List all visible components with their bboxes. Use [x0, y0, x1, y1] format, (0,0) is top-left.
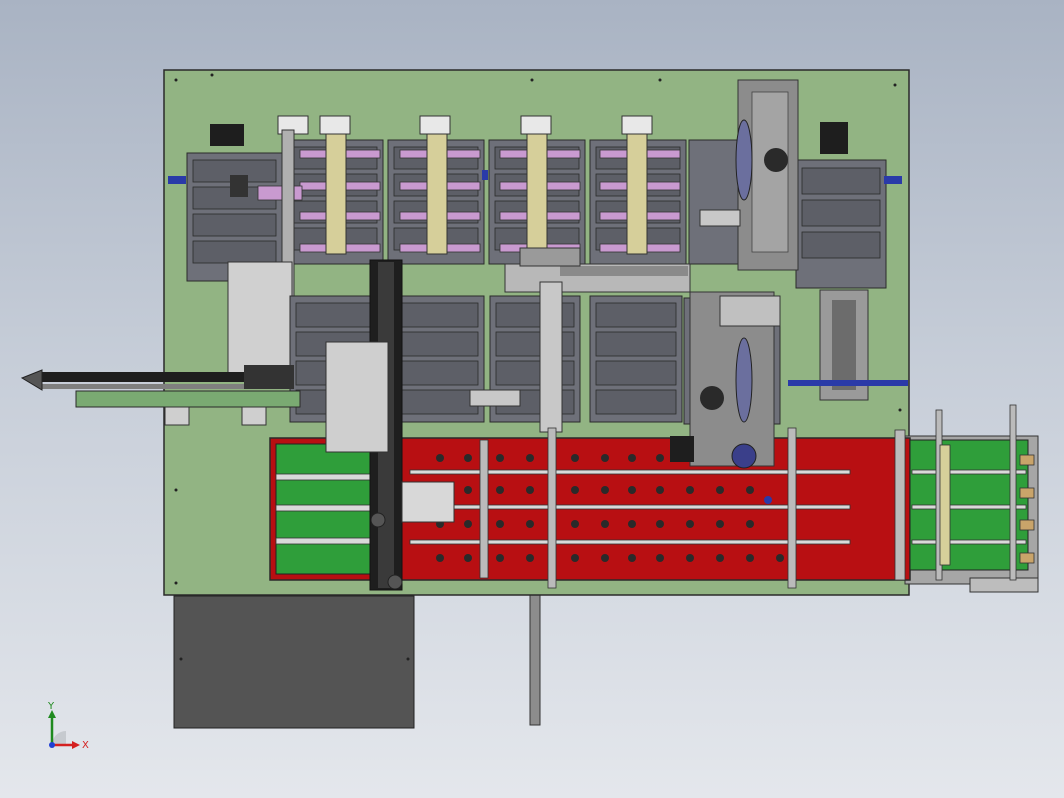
lower-cabinet [173, 595, 415, 729]
coordinate-triad: X Y [47, 701, 89, 751]
left-outfeed-arm [20, 365, 301, 426]
z-axis-dot [49, 742, 55, 748]
x-axis-label: X [82, 740, 89, 751]
support-rod [527, 579, 543, 726]
y-axis-label: Y [47, 701, 55, 712]
cad-assembly-viewport[interactable]: X Y [0, 0, 1064, 798]
